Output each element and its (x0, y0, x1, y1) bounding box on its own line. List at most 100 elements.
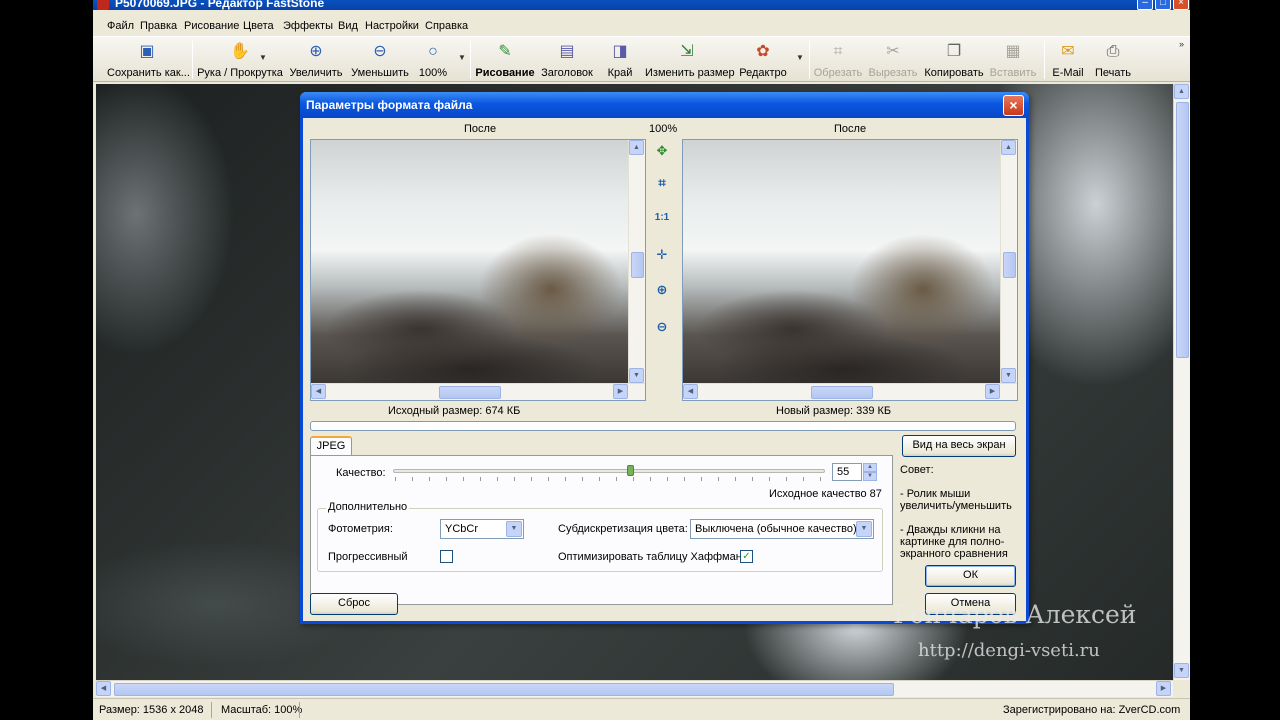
chevron-down-icon[interactable]: ▼ (856, 521, 872, 537)
spin-down-icon[interactable]: ▼ (863, 472, 877, 481)
toolbar: ▣ Сохранить как... ✋ Рука / Прокрутка ▼ … (93, 36, 1190, 82)
caption-button[interactable]: ▤ Заголовок (541, 41, 593, 81)
border-button[interactable]: ◨ Край (603, 41, 637, 81)
zoom-out-icon[interactable]: ⊖ (652, 317, 672, 337)
menu-file[interactable]: Файл (107, 20, 134, 32)
result-preview[interactable]: ▲ ▼ ◀ ▶ (682, 139, 1018, 401)
hand-tool-icon[interactable]: ✥ (652, 141, 672, 161)
left-letterbox (0, 0, 93, 720)
menu-effects[interactable]: Эффекты (283, 20, 333, 32)
original-preview-vscroll[interactable]: ▲ ▼ (628, 140, 645, 384)
progressive-label: Прогрессивный (328, 551, 408, 563)
original-preview-hscroll[interactable]: ◀ ▶ (311, 383, 645, 400)
menu-settings[interactable]: Настройки (365, 20, 419, 32)
menu-edit[interactable]: Правка (140, 20, 177, 32)
result-preview-vscroll[interactable]: ▲ ▼ (1000, 140, 1017, 384)
scroll-down-icon[interactable]: ▼ (629, 368, 644, 383)
envelope-icon: ✉ (1061, 43, 1075, 60)
center-icon[interactable]: ✛ (652, 245, 672, 265)
tab-jpeg[interactable]: JPEG (310, 436, 352, 456)
hand-dropdown-icon[interactable]: ▼ (259, 53, 267, 62)
dialog-title-bar: Параметры формата файла × (300, 92, 1029, 118)
original-preview[interactable]: ▲ ▼ ◀ ▶ (310, 139, 646, 401)
border-icon: ◨ (612, 43, 628, 60)
scroll-up-icon[interactable]: ▲ (629, 140, 644, 155)
zoom-dropdown-icon[interactable]: ▼ (458, 53, 466, 62)
hand-scroll-button[interactable]: ✋ Рука / Прокрутка (197, 41, 283, 81)
spin-up-icon[interactable]: ▲ (863, 463, 877, 472)
subsampling-label: Субдискретизация цвета: (558, 523, 688, 535)
resize-button[interactable]: ⇲ Изменить размер (645, 41, 735, 81)
chevron-down-icon[interactable]: ▼ (506, 521, 522, 537)
scroll-right-icon[interactable]: ▶ (613, 384, 628, 399)
zoom-in-icon[interactable]: ⊕ (652, 280, 672, 300)
quality-slider-knob[interactable] (627, 465, 634, 476)
result-preview-hthumb[interactable] (811, 386, 873, 399)
fit-window-icon[interactable]: ⌗ (652, 173, 672, 193)
progressive-checkbox[interactable] (440, 550, 453, 563)
reset-button[interactable]: Сброс (310, 593, 398, 615)
ok-button[interactable]: ОК (925, 565, 1016, 587)
scroll-up-icon[interactable]: ▲ (1174, 84, 1189, 99)
scroll-down-icon[interactable]: ▼ (1174, 663, 1189, 678)
toolbar-overflow-icon[interactable]: » (1179, 39, 1184, 49)
toolbar-separator (470, 41, 471, 79)
status-size: Размер: 1536 x 2048 (99, 704, 204, 716)
result-preview-image[interactable] (683, 140, 1001, 384)
scroll-left-icon[interactable]: ◀ (311, 384, 326, 399)
result-preview-vthumb[interactable] (1003, 252, 1016, 278)
cut-button[interactable]: ✂ Вырезать (868, 41, 918, 81)
hand-icon: ✋ (230, 43, 250, 60)
maximize-icon[interactable]: □ (1155, 0, 1171, 10)
magnifier-icon: ○ (428, 43, 438, 60)
horizontal-scrollbar[interactable]: ◀ ▶ (96, 680, 1173, 697)
original-preview-vthumb[interactable] (631, 252, 644, 278)
draw-button[interactable]: ✎ Рисование (475, 41, 535, 81)
paste-icon: ▦ (1005, 43, 1021, 60)
menu-colors[interactable]: Цвета (243, 20, 274, 32)
quality-spin-input[interactable]: 55 (832, 463, 862, 481)
dialog-close-icon[interactable]: × (1003, 95, 1024, 116)
menu-draw[interactable]: Рисование (184, 20, 239, 32)
crop-button[interactable]: ⌗ Обрезать (813, 41, 863, 81)
editor-button[interactable]: ✿ Редактро (735, 41, 791, 81)
subsampling-select[interactable]: Выключена (обычное качество) ▼ (690, 519, 874, 539)
scroll-right-icon[interactable]: ▶ (1156, 681, 1171, 696)
zoom-out-button[interactable]: ⊖ Уменьшить (351, 41, 409, 81)
scroll-left-icon[interactable]: ◀ (683, 384, 698, 399)
scroll-left-icon[interactable]: ◀ (96, 681, 111, 696)
close-icon[interactable]: × (1173, 0, 1189, 10)
scroll-down-icon[interactable]: ▼ (1001, 368, 1016, 383)
vertical-scrollbar[interactable]: ▲ ▼ (1173, 84, 1190, 680)
quality-slider-ticks (395, 477, 823, 481)
menu-help[interactable]: Справка (425, 20, 468, 32)
result-preview-hscroll[interactable]: ◀ ▶ (683, 383, 1017, 400)
horizontal-scroll-thumb[interactable] (114, 683, 894, 696)
caption-icon: ▤ (559, 43, 575, 60)
zoom-in-button[interactable]: ⊕ Увеличить (289, 41, 343, 81)
photometry-value: YCbCr (445, 523, 479, 535)
editor-dropdown-icon[interactable]: ▼ (796, 53, 804, 62)
vertical-scroll-thumb[interactable] (1176, 102, 1189, 358)
minimize-icon[interactable]: – (1137, 0, 1153, 10)
fullscreen-button[interactable]: Вид на весь экран (902, 435, 1016, 457)
email-button[interactable]: ✉ E-Mail (1050, 41, 1086, 81)
photometry-select[interactable]: YCbCr ▼ (440, 519, 524, 539)
draw-icon: ✎ (498, 43, 512, 60)
paste-button[interactable]: ▦ Вставить (989, 41, 1037, 81)
copy-button[interactable]: ❐ Копировать (923, 41, 985, 81)
menu-view[interactable]: Вид (338, 20, 358, 32)
quality-slider[interactable] (393, 469, 825, 473)
print-button[interactable]: ⎙ Печать (1093, 41, 1133, 81)
right-preview-label: После (834, 123, 867, 135)
save-as-button[interactable]: ▣ Сохранить как... (107, 41, 190, 81)
toolbar-separator (192, 41, 193, 79)
original-preview-hthumb[interactable] (439, 386, 501, 399)
quality-spin-buttons[interactable]: ▲ ▼ (863, 463, 877, 481)
optimize-huffman-checkbox[interactable]: ✓ (740, 550, 753, 563)
original-preview-image[interactable] (311, 140, 629, 384)
scroll-up-icon[interactable]: ▲ (1001, 140, 1016, 155)
actual-size-icon[interactable]: 1:1 (652, 208, 672, 228)
scroll-right-icon[interactable]: ▶ (985, 384, 1000, 399)
zoom-level-button[interactable]: ○ 100% (417, 41, 449, 81)
